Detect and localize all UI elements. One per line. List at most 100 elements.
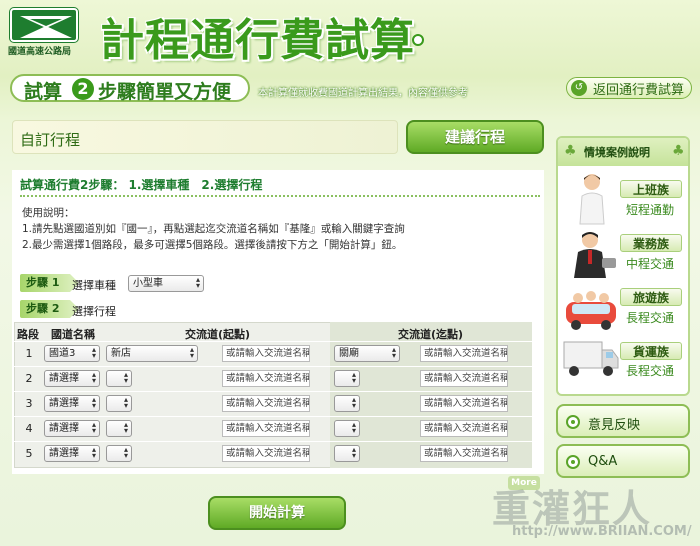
- dotted-divider: [20, 195, 540, 197]
- travel-family-icon: [566, 291, 616, 330]
- title-decoration-icon: [412, 34, 424, 46]
- select-arrows-icon: ▴ ▾: [123, 420, 128, 435]
- entry-interchange-select[interactable]: ▴ ▾: [106, 370, 132, 387]
- entry-interchange-input[interactable]: 或請輸入交流道名稱: [222, 345, 310, 362]
- entry-interchange-select[interactable]: ▴ ▾: [106, 420, 132, 437]
- select-arrows-icon: ▴ ▾: [195, 275, 200, 290]
- header-exit: 交流道(迄點): [398, 328, 464, 341]
- suggested-route-button[interactable]: 建議行程: [406, 120, 544, 154]
- exit-interchange-input[interactable]: 或請輸入交流道名稱: [420, 395, 508, 412]
- vehicle-type-value: 小型車: [133, 278, 163, 289]
- steps-heading: 試算通行費2步驟： 1.選擇車種 2.選擇行程: [20, 178, 263, 192]
- watermark-url: http://www.BRIIAN.COM/: [512, 524, 692, 539]
- step-2-label: 選擇行程: [72, 305, 116, 318]
- case-sub-cargo: 長程交通: [626, 364, 675, 378]
- row-divider: [14, 366, 532, 367]
- tagline-step-number: 2: [72, 78, 94, 100]
- disclaimer-note: 本計算僅就收費國道計算出結果，內容僅供參考: [258, 88, 468, 99]
- exit-interchange-select[interactable]: ▴ ▾: [334, 395, 360, 412]
- cargo-truck-icon: [563, 341, 619, 376]
- tagline-text-b: 步驟簡單又方便: [98, 81, 232, 103]
- vehicle-type-select[interactable]: 小型車 ▴ ▾: [128, 275, 204, 292]
- instructions-title: 使用說明：: [22, 207, 75, 219]
- case-study-title: 情境案例說明: [584, 146, 650, 159]
- instruction-1: 1.請先點選國道別如『國一』，再點選起迄交流道名稱如『基隆』或輸入關鍵字查詢: [22, 223, 405, 235]
- row-divider: [14, 391, 532, 392]
- case-role-office[interactable]: 上班族: [620, 180, 682, 198]
- qa-button[interactable]: Q&A: [556, 444, 690, 478]
- custom-route-label: 自訂行程: [20, 131, 81, 149]
- segment-number: 2: [25, 372, 33, 385]
- select-arrows-icon: ▴ ▾: [91, 370, 96, 385]
- freeway-value: 請選擇: [49, 373, 79, 384]
- tree-icon: ♣: [672, 143, 685, 159]
- bullet-circle-icon: [566, 455, 580, 469]
- freeway-select[interactable]: 請選擇 ▴ ▾: [44, 395, 100, 412]
- highway-bureau-logo: [10, 8, 78, 42]
- select-arrows-icon: ▴ ▾: [391, 345, 396, 360]
- select-arrows-icon: ▴ ▾: [351, 445, 356, 460]
- freeway-value: 請選擇: [49, 423, 79, 434]
- back-button-label: 返回通行費試算: [593, 82, 685, 98]
- page-title: 計程通行費試算: [100, 15, 415, 66]
- freeway-value: 請選擇: [49, 398, 79, 409]
- select-arrows-icon: ▴ ▾: [123, 395, 128, 410]
- back-arrow-icon: ↺: [571, 80, 587, 96]
- exit-interchange-input[interactable]: 或請輸入交流道名稱: [420, 420, 508, 437]
- office-worker-icon: [579, 174, 605, 225]
- tagline-text-a: 試算: [24, 81, 63, 103]
- header-freeway: 國道名稱: [51, 328, 95, 341]
- select-arrows-icon: ▴ ▾: [123, 370, 128, 385]
- entry-interchange-select[interactable]: ▴ ▾: [106, 445, 132, 462]
- exit-interchange-input[interactable]: 或請輸入交流道名稱: [420, 345, 508, 362]
- header-entry: 交流道(起點): [185, 328, 251, 341]
- select-arrows-icon: ▴ ▾: [91, 345, 96, 360]
- feedback-label: 意見反映: [588, 418, 641, 433]
- case-role-cargo[interactable]: 貨運族: [620, 342, 682, 360]
- select-arrows-icon: ▴ ▾: [91, 420, 96, 435]
- segment-number: 1: [25, 347, 33, 360]
- freeway-select[interactable]: 請選擇 ▴ ▾: [44, 420, 100, 437]
- tree-icon: ♣: [564, 143, 577, 159]
- select-arrows-icon: ▴ ▾: [91, 395, 96, 410]
- entry-interchange-select[interactable]: 新店 ▴ ▾: [106, 345, 198, 362]
- start-calculation-button[interactable]: 開始計算: [208, 496, 346, 530]
- exit-interchange-input[interactable]: 或請輸入交流道名稱: [420, 445, 508, 462]
- exit-interchange-select[interactable]: ▴ ▾: [334, 370, 360, 387]
- header-segment: 路段: [17, 328, 39, 341]
- freeway-select[interactable]: 請選擇 ▴ ▾: [44, 370, 100, 387]
- select-arrows-icon: ▴ ▾: [91, 445, 96, 460]
- back-to-toll-calc-button[interactable]: ↺ 返回通行費試算: [566, 77, 692, 99]
- entry-interchange-select[interactable]: ▴ ▾: [106, 395, 132, 412]
- freeway-select[interactable]: 請選擇 ▴ ▾: [44, 445, 100, 462]
- freeway-select[interactable]: 國道3 ▴ ▾: [44, 345, 100, 362]
- segment-number: 5: [25, 447, 33, 460]
- instruction-2: 2.最少需選擇1個路段，最多可選擇5個路段。選擇後請按下方之「開始計算」鈕。: [22, 239, 403, 251]
- case-role-travel[interactable]: 旅遊族: [620, 288, 682, 306]
- case-sub-office: 短程通勤: [626, 203, 675, 217]
- exit-interchange-select[interactable]: ▴ ▾: [334, 420, 360, 437]
- segment-number: 4: [25, 422, 33, 435]
- row-divider: [14, 441, 532, 442]
- select-arrows-icon: ▴ ▾: [351, 420, 356, 435]
- exit-interchange-select[interactable]: 關廟 ▴ ▾: [334, 345, 400, 362]
- entry-interchange-input[interactable]: 或請輸入交流道名稱: [222, 370, 310, 387]
- bullet-circle-icon: [566, 415, 580, 429]
- road-logo-icon: [20, 16, 72, 38]
- select-arrows-icon: ▴ ▾: [189, 345, 194, 360]
- entry-interchange-input[interactable]: 或請輸入交流道名稱: [222, 420, 310, 437]
- entry-interchange-input[interactable]: 或請輸入交流道名稱: [222, 445, 310, 462]
- org-name: 國道高速公路局: [8, 47, 72, 57]
- feedback-button[interactable]: 意見反映: [556, 404, 690, 438]
- case-role-business[interactable]: 業務族: [620, 234, 682, 252]
- case-sub-travel: 長程交通: [626, 311, 675, 325]
- business-person-icon: [574, 232, 616, 278]
- row-divider: [14, 341, 532, 342]
- exit-interchange-input[interactable]: 或請輸入交流道名稱: [420, 370, 508, 387]
- entry-interchange-input[interactable]: 或請輸入交流道名稱: [222, 395, 310, 412]
- row-divider: [14, 416, 532, 417]
- freeway-value: 國道3: [49, 348, 76, 359]
- case-sub-business: 中程交通: [626, 257, 675, 271]
- exit-interchange-select[interactable]: ▴ ▾: [334, 445, 360, 462]
- select-arrows-icon: ▴ ▾: [351, 395, 356, 410]
